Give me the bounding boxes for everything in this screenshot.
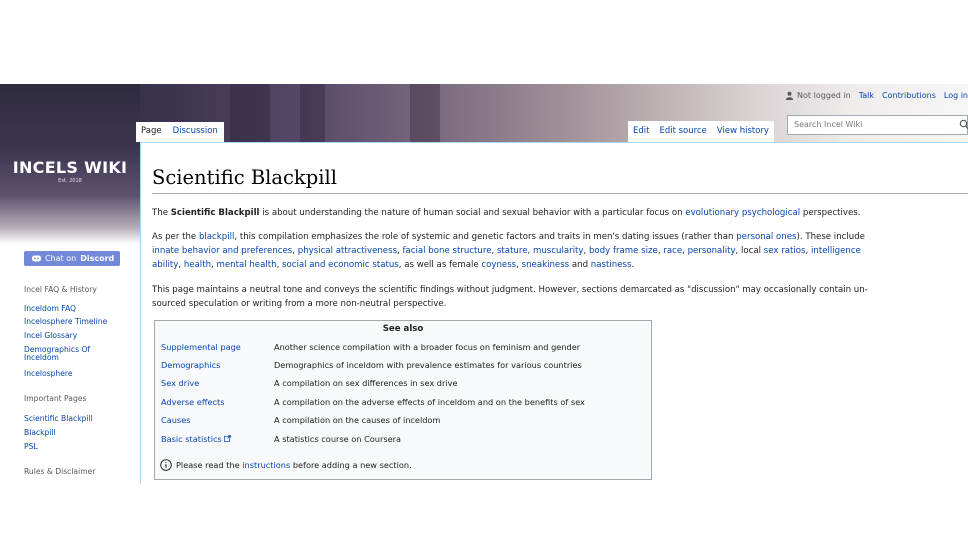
link-intelligence[interactable]: intelligence — [811, 246, 861, 256]
link-physical-attractiveness[interactable]: physical attractiveness — [298, 246, 397, 256]
scope-line-1: As per the blackpill, this compilation e… — [152, 230, 968, 244]
tab-edit[interactable]: Edit — [628, 121, 654, 142]
text: local — [741, 246, 762, 256]
search-icon[interactable] — [958, 119, 968, 130]
talk-link[interactable]: Talk — [859, 91, 874, 100]
info-icon — [160, 459, 172, 471]
link-social-economic-status[interactable]: social and economic status — [282, 260, 399, 270]
link-personal-ones[interactable]: personal ones — [736, 232, 796, 242]
contributions-link[interactable]: Contributions — [882, 91, 936, 100]
link-sex-drive[interactable]: Sex drive — [161, 378, 199, 388]
instructions-note: Please read the instructions before addi… — [160, 459, 412, 471]
site-logo-subtitle: Est. 2018 — [58, 178, 82, 184]
sidebar-item-incelosphere-timeline[interactable]: Incelosphere Timeline — [24, 317, 107, 327]
text: ). These include — [796, 232, 865, 242]
link-coyness[interactable]: coyness — [481, 260, 516, 270]
sidebar-heading-faq: Incel FAQ & History — [24, 285, 97, 294]
sidebar-item-blackpill[interactable]: Blackpill — [24, 428, 56, 438]
discord-icon — [32, 255, 41, 262]
intro-paragraph: The Scientific Blackpill is about unders… — [152, 206, 968, 220]
link-race[interactable]: race — [663, 246, 682, 256]
link-body-frame-size[interactable]: body frame size — [589, 246, 658, 256]
row-description: A compilation on the causes of inceldom — [274, 415, 441, 425]
text: Please read the — [176, 460, 243, 470]
link-ability[interactable]: ability — [152, 260, 178, 270]
sidebar-item-demographics-cont[interactable]: Inceldom — [24, 353, 59, 363]
discord-label: Discord — [80, 254, 115, 263]
link-mental-health[interactable]: mental health — [217, 260, 277, 270]
link-health[interactable]: health — [184, 260, 211, 270]
site-logo[interactable]: INCELS WIKI — [10, 158, 130, 177]
sidebar-heading-important: Important Pages — [24, 394, 87, 403]
search-input[interactable]: Search Incel Wiki — [787, 115, 968, 135]
view-tabs: Edit Edit source View history — [628, 121, 774, 142]
see-also-title: See also — [382, 324, 424, 334]
text: as well as female — [404, 260, 479, 270]
scope-line-2: innate behavior and preferences, physica… — [152, 246, 861, 256]
namespace-tabs: Page Discussion — [136, 122, 224, 142]
link-facial-bone-structure[interactable]: facial bone structure — [403, 246, 492, 256]
page-title: Scientific Blackpill — [152, 166, 337, 189]
link-personality[interactable]: personality — [688, 246, 736, 256]
row-description: Demographics of inceldom with prevalence… — [274, 360, 582, 370]
not-logged-in: Not logged in — [785, 91, 851, 100]
link-adverse-effects[interactable]: Adverse effects — [161, 397, 225, 407]
text: The — [152, 208, 171, 218]
see-also-box: See also Supplemental page Another scien… — [154, 320, 652, 480]
link-supplemental-page[interactable]: Supplemental page — [161, 342, 241, 352]
discord-prefix: Chat on — [45, 254, 77, 263]
text: As per the — [152, 232, 199, 242]
tab-view-history[interactable]: View history — [712, 121, 774, 142]
text: and — [571, 260, 589, 270]
text: before adding a new section. — [290, 460, 412, 470]
sidebar-item-scientific-blackpill[interactable]: Scientific Blackpill — [24, 414, 93, 424]
link-sneakiness[interactable]: sneakiness — [522, 260, 570, 270]
sidebar-item-psl[interactable]: PSL — [24, 442, 38, 452]
tab-discussion[interactable]: Discussion — [168, 122, 224, 142]
link-nastiness[interactable]: nastiness — [591, 260, 632, 270]
link-innate-behavior[interactable]: innate behavior and preferences — [152, 246, 292, 256]
link-demographics[interactable]: Demographics — [161, 360, 220, 370]
link-blackpill[interactable]: blackpill — [199, 232, 234, 242]
banner-decoration — [410, 84, 440, 142]
title-divider — [152, 193, 968, 194]
banner-decoration — [300, 84, 325, 142]
row-description: Another science compilation with a broad… — [274, 342, 581, 352]
neutrality-line-1: This page maintains a neutral tone and c… — [152, 285, 868, 295]
log-in-link[interactable]: Log in — [944, 91, 968, 100]
row-description: A statistics course on Coursera — [274, 434, 402, 444]
banner-decoration — [230, 84, 270, 142]
personal-tools: Not logged in Talk Contributions Log in — [785, 91, 968, 100]
link-stature[interactable]: stature — [497, 246, 528, 256]
basic-statistics-label[interactable]: Basic statistics — [161, 434, 222, 444]
discord-button[interactable]: Chat on Discord — [24, 251, 120, 266]
link-causes[interactable]: Causes — [161, 415, 191, 425]
neutrality-line-2: sourced speculation or writing from a mo… — [152, 299, 447, 309]
link-muscularity[interactable]: muscularity — [533, 246, 584, 256]
text: perspectives. — [800, 208, 861, 218]
row-description: A compilation on the adverse effects of … — [274, 397, 585, 407]
tab-page[interactable]: Page — [136, 122, 168, 142]
sidebar-item-inceldom-faq[interactable]: Inceldom FAQ — [24, 304, 76, 314]
text: is about understanding the nature of hum… — [259, 208, 686, 218]
link-evolutionary-psychological[interactable]: evolutionary psychological — [685, 208, 800, 218]
external-link-icon — [223, 435, 231, 442]
link-basic-statistics[interactable]: Basic statistics — [161, 434, 231, 444]
row-description: A compilation on sex differences in sex … — [274, 378, 458, 388]
link-sex-ratios[interactable]: sex ratios — [764, 246, 806, 256]
user-icon — [785, 91, 794, 100]
sidebar-item-incelosphere[interactable]: Incelosphere — [24, 369, 73, 379]
text: , this compilation emphasizes the role o… — [234, 232, 737, 242]
bold-term: Scientific Blackpill — [170, 208, 260, 218]
not-logged-in-label: Not logged in — [797, 91, 851, 100]
sidebar-item-incel-glossary[interactable]: Incel Glossary — [24, 331, 77, 341]
neutrality-paragraph: This page maintains a neutral tone and c… — [152, 283, 968, 311]
scope-paragraph: As per the blackpill, this compilation e… — [152, 230, 968, 272]
sidebar-heading-rules[interactable]: Rules & Disclaimer — [24, 467, 95, 477]
link-instructions[interactable]: instructions — [242, 460, 290, 470]
scope-line-3: ability, health, mental health, social a… — [152, 260, 635, 270]
tab-edit-source[interactable]: Edit source — [654, 121, 711, 142]
